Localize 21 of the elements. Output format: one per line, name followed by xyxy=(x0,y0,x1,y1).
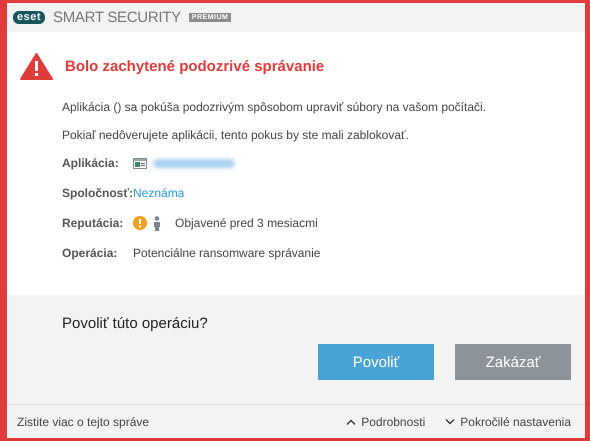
operation-text: Potenciálne ransomware správanie xyxy=(133,246,320,260)
learn-more-link[interactable]: Zistite viac o tejto správe xyxy=(17,414,326,428)
exclamation-icon xyxy=(133,216,147,230)
application-icon xyxy=(133,158,147,168)
chevron-up-icon xyxy=(346,418,356,424)
detail-label: Reputácia: xyxy=(62,216,124,230)
detail-label: Operácia: xyxy=(62,246,118,260)
chevron-down-icon xyxy=(445,418,456,424)
section-toggle[interactable]: Podrobnosti xyxy=(346,414,426,428)
section-toggle[interactable]: Pokročilé nastavenia xyxy=(445,414,571,428)
user-icon xyxy=(153,216,161,230)
question-text: Povoliť túto operáciu? xyxy=(62,314,209,332)
detail-label: Spoločnosť: xyxy=(62,186,133,200)
reputation-text: Objavené pred 3 mesiacmi xyxy=(175,216,318,230)
product-name: SMART SECURITY xyxy=(53,9,181,26)
message-text: Pokiaľ nedôverujete aplikácii, tento pokus by ste mali zablokovať. xyxy=(62,128,410,142)
eset-logo: eset xyxy=(13,11,46,24)
detail-label: Aplikácia: xyxy=(62,156,120,170)
warning-icon xyxy=(20,53,53,80)
alert-title: Bolo zachytené podozrivé správanie xyxy=(65,58,324,75)
message-text: Aplikácia () sa pokúša podozrivým spôsobom upraviť súbory na vašom počítači. xyxy=(62,100,488,114)
